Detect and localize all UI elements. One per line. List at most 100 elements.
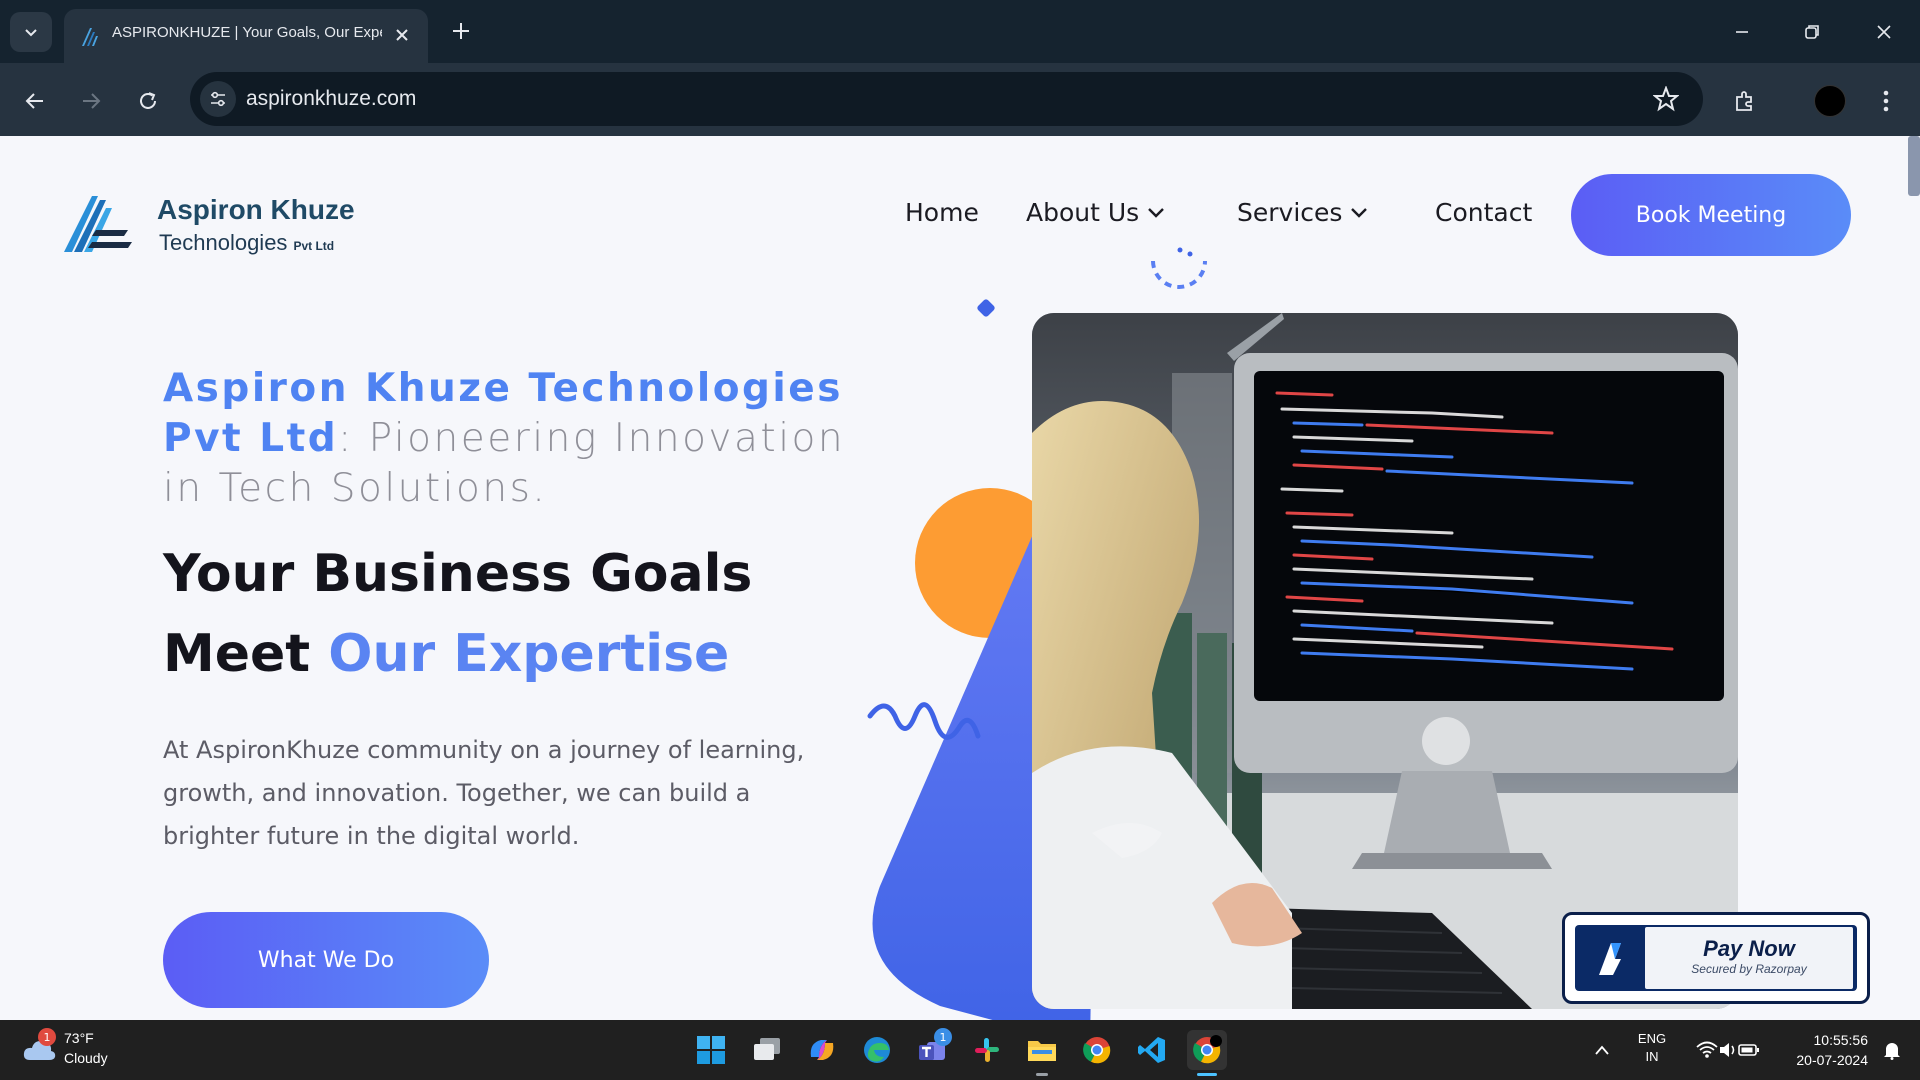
teams-button[interactable]: 1 bbox=[912, 1028, 952, 1070]
hero-headline: Your Business Goals Meet Our Expertise bbox=[163, 534, 752, 694]
edge-button[interactable] bbox=[857, 1030, 897, 1070]
battery-icon bbox=[1738, 1044, 1759, 1056]
hero-description: At AspironKhuze community on a journey o… bbox=[163, 736, 805, 850]
copilot-button[interactable] bbox=[802, 1030, 842, 1070]
tab-title: ASPIRONKHUZE | Your Goals, Our Expertise bbox=[112, 24, 382, 41]
chevron-down-icon bbox=[1148, 207, 1165, 218]
start-button[interactable] bbox=[691, 1030, 731, 1070]
nav-services[interactable]: Services bbox=[1237, 198, 1368, 227]
minimize-button[interactable] bbox=[1720, 14, 1764, 50]
weather-widget[interactable]: 1 73°F Cloudy bbox=[22, 1028, 142, 1072]
browser-toolbar: aspironkhuze.com bbox=[0, 63, 1920, 136]
logo-mark-icon bbox=[64, 196, 132, 252]
pay-now-subtitle: Secured by Razorpay bbox=[1691, 962, 1807, 976]
forward-button[interactable] bbox=[71, 81, 111, 121]
logo-name: Aspiron Khuze bbox=[157, 194, 355, 225]
show-hidden-icons-button[interactable] bbox=[1582, 1030, 1622, 1070]
back-button[interactable] bbox=[15, 81, 55, 121]
close-window-button[interactable] bbox=[1862, 14, 1906, 50]
nav-about-us[interactable]: About Us bbox=[1026, 198, 1165, 227]
nav-contact[interactable]: Contact bbox=[1435, 198, 1532, 227]
weather-badge: 1 bbox=[38, 1028, 56, 1046]
slack-button[interactable] bbox=[967, 1030, 1007, 1070]
language-code: ENG bbox=[1637, 1031, 1667, 1046]
windows-start-icon bbox=[697, 1036, 725, 1064]
close-icon bbox=[396, 29, 408, 41]
weather-condition: Cloudy bbox=[64, 1050, 108, 1066]
region-code: IN bbox=[1645, 1049, 1659, 1064]
close-tab-button[interactable] bbox=[390, 23, 414, 47]
clock[interactable]: 10:55:56 20-07-2024 bbox=[1780, 1030, 1868, 1070]
running-indicator bbox=[1036, 1073, 1048, 1076]
site-info-button[interactable] bbox=[200, 81, 236, 117]
running-indicator bbox=[1197, 1073, 1217, 1076]
close-icon bbox=[1877, 25, 1891, 39]
site-favicon-icon bbox=[82, 28, 98, 46]
restore-icon bbox=[1805, 25, 1819, 39]
book-meeting-button[interactable]: Book Meeting bbox=[1571, 174, 1851, 256]
headline-line-1: Your Business Goals bbox=[163, 544, 753, 604]
headline-line-2: Meet Our Expertise bbox=[163, 614, 752, 694]
chrome-active-button[interactable] bbox=[1187, 1030, 1227, 1076]
extensions-button[interactable] bbox=[1725, 81, 1765, 121]
nav-home-label: Home bbox=[905, 198, 979, 227]
hero-company-tagline: Aspiron Khuze Technologies Pvt Ltd: Pion… bbox=[163, 364, 863, 514]
url-text[interactable]: aspironkhuze.com bbox=[246, 87, 416, 111]
logo-subtitle-text: Technologies bbox=[159, 230, 288, 255]
tab-search-button[interactable] bbox=[10, 12, 52, 52]
nav-services-label: Services bbox=[1237, 198, 1343, 227]
profile-button[interactable] bbox=[1810, 81, 1850, 121]
active-tab[interactable]: ASPIRONKHUZE | Your Goals, Our Expertise bbox=[64, 9, 428, 63]
wifi-icon bbox=[1696, 1041, 1718, 1058]
bell-icon bbox=[1884, 1043, 1900, 1060]
dashed-arc-shape bbox=[1151, 260, 1207, 289]
language-indicator[interactable]: ENG IN bbox=[1632, 1030, 1672, 1066]
chrome-button[interactable] bbox=[1077, 1030, 1117, 1070]
browser-tab-bar: ASPIRONKHUZE | Your Goals, Our Expertise bbox=[0, 0, 1920, 63]
new-tab-button[interactable] bbox=[446, 16, 476, 46]
logo-pvt-text: Pvt Ltd bbox=[293, 239, 335, 253]
chevron-up-icon bbox=[1595, 1045, 1609, 1055]
site-logo[interactable]: Aspiron Khuze Technologies Pvt Ltd bbox=[62, 190, 362, 262]
dot-shape bbox=[1177, 247, 1183, 253]
logo-subtitle: Technologies Pvt Ltd bbox=[159, 230, 334, 256]
pay-now-button[interactable]: Pay Now Secured by Razorpay bbox=[1575, 925, 1857, 991]
edge-icon bbox=[864, 1037, 890, 1063]
browser-menu-button[interactable] bbox=[1866, 81, 1906, 121]
nav-about-label: About Us bbox=[1026, 198, 1140, 227]
clock-date: 20-07-2024 bbox=[1796, 1052, 1868, 1068]
avatar bbox=[1814, 85, 1846, 117]
nav-contact-label: Contact bbox=[1435, 198, 1533, 227]
restore-button[interactable] bbox=[1790, 14, 1834, 50]
headline-line-2-plain: Meet bbox=[163, 624, 329, 684]
clock-time: 10:55:56 bbox=[1813, 1032, 1869, 1048]
page-scrollbar[interactable] bbox=[1908, 136, 1920, 196]
hero-image bbox=[1032, 313, 1738, 1009]
chevron-down-icon bbox=[25, 29, 37, 37]
pay-now-widget[interactable]: Pay Now Secured by Razorpay bbox=[1562, 912, 1870, 1004]
copilot-icon bbox=[810, 1040, 834, 1060]
windows-taskbar: 1 73°F Cloudy 1 ENG IN 10:55:56 20-07-20… bbox=[0, 1020, 1920, 1080]
reload-icon bbox=[140, 92, 156, 109]
more-vertical-icon bbox=[1883, 90, 1889, 112]
bookmark-star-icon[interactable] bbox=[1653, 86, 1679, 112]
dot-shape bbox=[1187, 251, 1193, 257]
arrow-right-icon bbox=[83, 93, 101, 109]
nav-home[interactable]: Home bbox=[905, 198, 979, 227]
task-view-button[interactable] bbox=[747, 1030, 787, 1070]
chrome-icon bbox=[1083, 1037, 1111, 1064]
blue-diamond-shape bbox=[977, 299, 995, 317]
file-explorer-button[interactable] bbox=[1022, 1030, 1062, 1076]
reload-button[interactable] bbox=[128, 81, 168, 121]
tune-icon bbox=[211, 91, 225, 107]
notifications-button[interactable] bbox=[1872, 1030, 1912, 1070]
chevron-down-icon bbox=[1351, 207, 1368, 218]
address-bar[interactable]: aspironkhuze.com bbox=[190, 72, 1703, 126]
razorpay-logo-icon bbox=[1599, 943, 1621, 975]
puzzle-icon bbox=[1736, 91, 1752, 111]
system-tray-button[interactable] bbox=[1688, 1030, 1768, 1070]
folder-icon bbox=[1028, 1041, 1056, 1061]
vscode-button[interactable] bbox=[1132, 1030, 1172, 1070]
web-page: Aspiron Khuze Technologies Pvt Ltd Home A… bbox=[0, 136, 1920, 1020]
what-we-do-button[interactable]: What We Do bbox=[163, 912, 489, 1008]
